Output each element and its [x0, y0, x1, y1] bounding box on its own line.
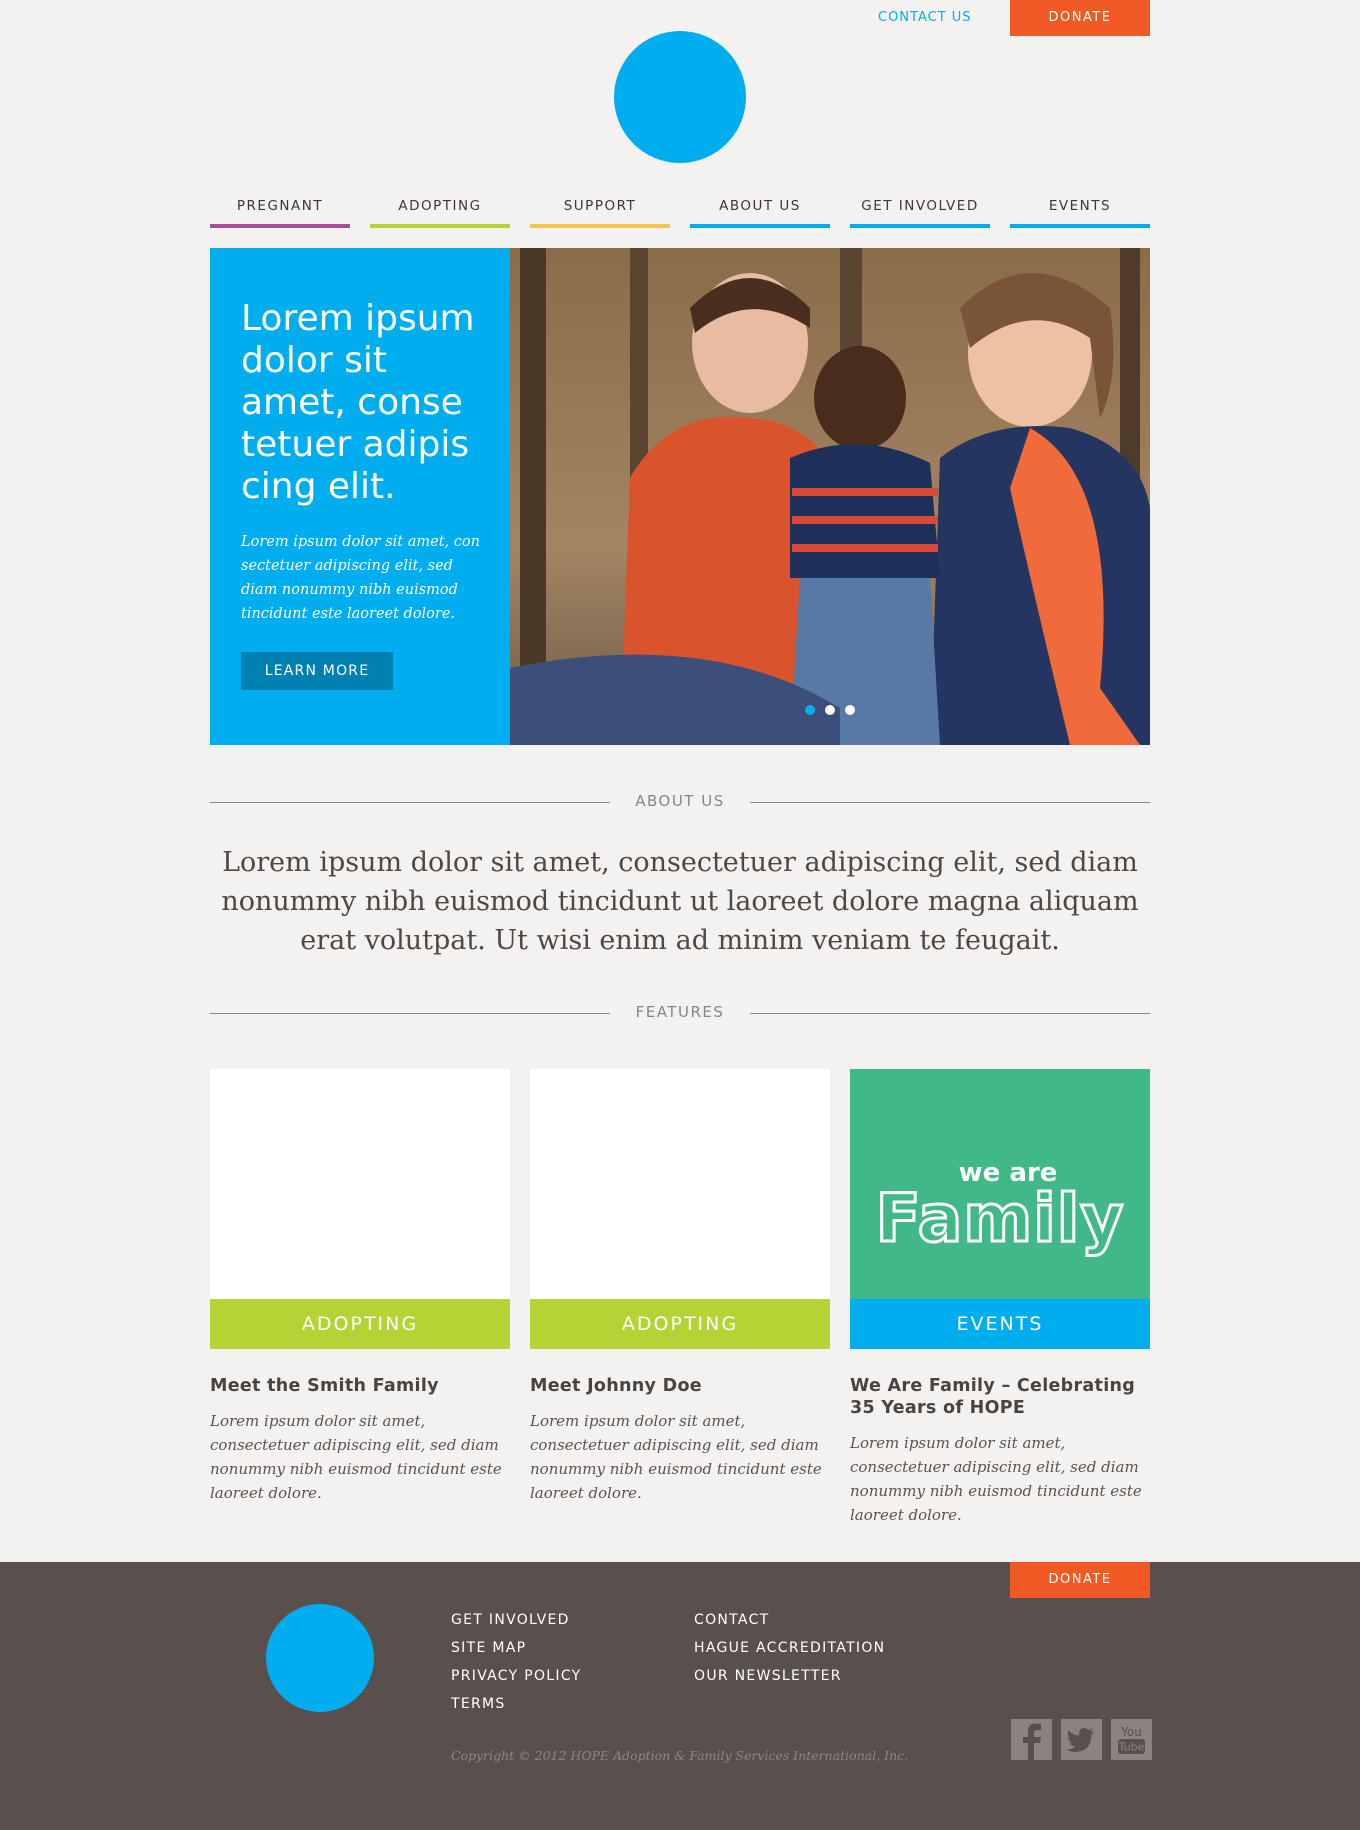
- slider-dot-1[interactable]: [805, 705, 815, 715]
- slider-dot-3[interactable]: [845, 705, 855, 715]
- feature-title[interactable]: Meet Johnny Doe: [530, 1375, 830, 1397]
- feature-title[interactable]: Meet the Smith Family: [210, 1375, 510, 1397]
- hero-panel: Lorem ipsum dolor sit amet, conse tetuer…: [210, 248, 510, 745]
- footer-link-newsletter[interactable]: OUR NEWSLETTER: [694, 1662, 885, 1690]
- hero-title: Lorem ipsum dolor sit amet, conse tetuer…: [241, 298, 475, 507]
- feature-tag[interactable]: ADOPTING: [210, 1299, 510, 1349]
- we-are-family-logo: we are Family: [874, 1158, 1125, 1259]
- feature-image[interactable]: [210, 1069, 510, 1299]
- we-are-family-image[interactable]: we are Family: [850, 1069, 1150, 1299]
- footer-link-terms[interactable]: TERMS: [451, 1690, 582, 1718]
- feature-text: Lorem ipsum dolor sit amet, consectetuer…: [530, 1412, 822, 1502]
- feature-card[interactable]: ADOPTING Meet the Smith Family Lorem ips…: [210, 1069, 510, 1527]
- footer-link-get-involved[interactable]: GET INVOLVED: [451, 1606, 582, 1634]
- footer: DONATE GET INVOLVED SITE MAP PRIVACY POL…: [0, 1562, 1360, 1830]
- svg-text:Tube: Tube: [1118, 1741, 1145, 1754]
- donate-button[interactable]: DONATE: [1010, 0, 1150, 36]
- about-us-heading: ABOUT US: [210, 792, 1150, 812]
- feature-image[interactable]: [530, 1069, 830, 1299]
- feature-tag[interactable]: EVENTS: [850, 1299, 1150, 1349]
- social-links: You Tube: [1011, 1719, 1152, 1760]
- hero-text: Lorem ipsum dolor sit amet, con sectetue…: [241, 534, 480, 622]
- nav-item-pregnant[interactable]: PREGNANT: [210, 196, 350, 228]
- main-nav: PREGNANT ADOPTING SUPPORT ABOUT US GET I…: [210, 196, 1150, 228]
- footer-link-site-map[interactable]: SITE MAP: [451, 1634, 582, 1662]
- divider-line: [750, 1013, 1150, 1014]
- feature-text: Lorem ipsum dolor sit amet, consectetuer…: [850, 1434, 1142, 1524]
- features-grid: ADOPTING Meet the Smith Family Lorem ips…: [210, 1069, 1150, 1527]
- feature-title[interactable]: We Are Family – Celebrating 35 Years of …: [850, 1375, 1150, 1419]
- slider-dots: [660, 705, 1000, 715]
- hero-slider: Lorem ipsum dolor sit amet, conse tetuer…: [210, 248, 1150, 745]
- hero-photo: [510, 248, 1150, 745]
- family-text: Family: [876, 1180, 1125, 1257]
- divider-line: [750, 802, 1150, 803]
- footer-logo[interactable]: [266, 1604, 374, 1712]
- nav-item-support[interactable]: SUPPORT: [530, 196, 670, 228]
- section-label: ABOUT US: [635, 792, 725, 810]
- feature-tag[interactable]: ADOPTING: [530, 1299, 830, 1349]
- slider-dot-2[interactable]: [825, 705, 835, 715]
- svg-text:You: You: [1120, 1725, 1142, 1739]
- footer-links-col1: GET INVOLVED SITE MAP PRIVACY POLICY TER…: [451, 1606, 582, 1718]
- nav-item-get-involved[interactable]: GET INVOLVED: [850, 196, 990, 228]
- feature-card[interactable]: ADOPTING Meet Johnny Doe Lorem ipsum dol…: [530, 1069, 830, 1527]
- contact-us-link[interactable]: CONTACT US: [878, 10, 972, 25]
- footer-donate-button[interactable]: DONATE: [1010, 1562, 1150, 1598]
- footer-link-hague-accreditation[interactable]: HAGUE ACCREDITATION: [694, 1634, 885, 1662]
- facebook-icon[interactable]: [1011, 1719, 1052, 1760]
- about-text: Lorem ipsum dolor sit amet, consectetuer…: [221, 847, 1139, 956]
- nav-item-about-us[interactable]: ABOUT US: [690, 196, 830, 228]
- feature-card[interactable]: we are Family EVENTS We Are Family – Cel…: [850, 1069, 1150, 1527]
- footer-link-privacy-policy[interactable]: PRIVACY POLICY: [451, 1662, 582, 1690]
- learn-more-button[interactable]: LEARN MORE: [241, 652, 393, 690]
- features-heading: FEATURES: [210, 1003, 1150, 1023]
- section-label: FEATURES: [635, 1003, 725, 1021]
- twitter-icon[interactable]: [1061, 1719, 1102, 1760]
- footer-link-contact[interactable]: CONTACT: [694, 1606, 885, 1634]
- youtube-icon[interactable]: You Tube: [1111, 1719, 1152, 1760]
- nav-item-adopting[interactable]: ADOPTING: [370, 196, 510, 228]
- nav-item-events[interactable]: EVENTS: [1010, 196, 1150, 228]
- family-photo-illustration: [510, 248, 1150, 745]
- feature-text: Lorem ipsum dolor sit amet, consectetuer…: [210, 1412, 502, 1502]
- logo[interactable]: [614, 31, 746, 163]
- copyright: Copyright © 2012 HOPE Adoption & Family …: [451, 1748, 909, 1763]
- footer-links-col2: CONTACT HAGUE ACCREDITATION OUR NEWSLETT…: [694, 1606, 885, 1690]
